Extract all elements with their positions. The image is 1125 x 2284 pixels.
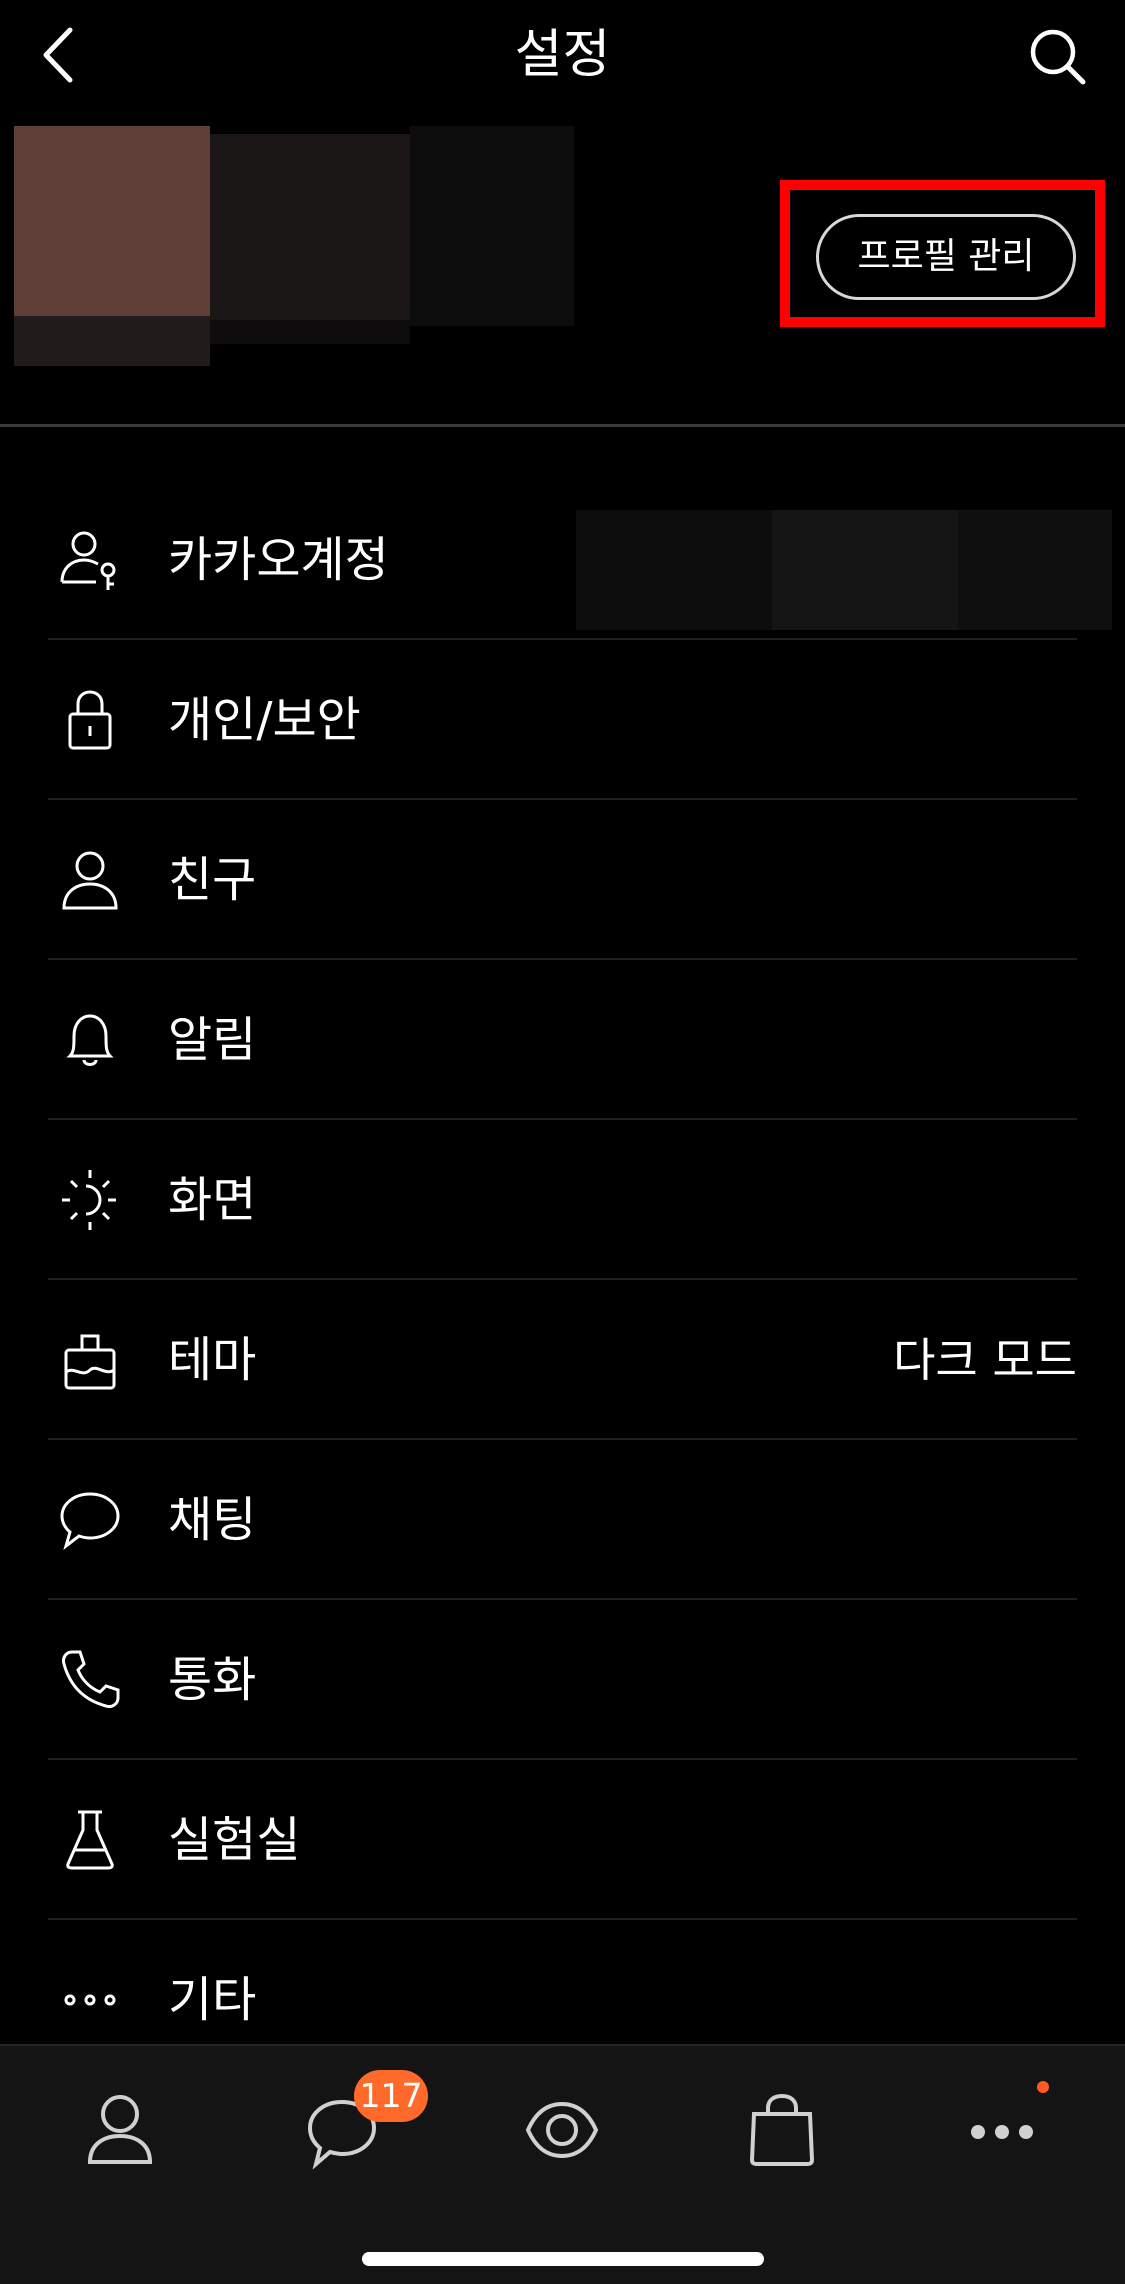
menu-item-label: 친구 — [168, 852, 257, 908]
tab-view[interactable] — [502, 2070, 622, 2190]
menu-item-label: 카카오계정 — [168, 532, 389, 588]
home-indicator[interactable] — [362, 2252, 764, 2266]
brightness-icon — [56, 1166, 124, 1234]
account-info-blurred — [576, 510, 1112, 630]
shopping-bag-icon — [749, 2093, 815, 2166]
new-notification-dot — [1037, 2081, 1049, 2093]
menu-item-label: 채팅 — [168, 1492, 257, 1548]
menu-item-label: 테마 — [168, 1332, 257, 1388]
chat-bubble-icon — [56, 1486, 124, 1554]
menu-item-privacy-security[interactable]: 개인/보안 — [0, 640, 1125, 800]
menu-item-label: 실험실 — [168, 1812, 301, 1868]
search-button[interactable] — [1017, 18, 1097, 92]
menu-item-chat[interactable]: 채팅 — [0, 1440, 1125, 1600]
phone-icon — [56, 1646, 124, 1714]
person-icon — [87, 2095, 153, 2164]
person-icon — [56, 846, 124, 914]
unread-chat-badge: 117 — [354, 2070, 428, 2122]
menu-item-label: 개인/보안 — [168, 692, 361, 748]
menu-item-friends[interactable]: 친구 — [0, 800, 1125, 960]
tab-friends[interactable] — [60, 2070, 180, 2190]
header-bar: 설정 — [0, 0, 1125, 110]
menu-item-kakao-account[interactable]: 카카오계정 — [0, 480, 1125, 640]
menu-item-label: 알림 — [168, 1012, 257, 1068]
menu-item-theme[interactable]: 테마 다크 모드 — [0, 1280, 1125, 1440]
eye-icon — [525, 2101, 599, 2159]
bottom-tab-bar — [0, 2044, 1125, 2284]
menu-item-notifications[interactable]: 알림 — [0, 960, 1125, 1120]
lock-icon — [56, 686, 124, 754]
profile-manage-button[interactable]: 프로필 관리 — [816, 214, 1076, 300]
menu-item-label: 통화 — [168, 1652, 257, 1708]
settings-menu: 카카오계정 개인/보안 친구 알림 화면 테마 다크 모드 채팅 통화 실험실 … — [0, 480, 1125, 2080]
bell-icon — [56, 1006, 124, 1074]
theme-current-value: 다크 모드 — [893, 1333, 1077, 1387]
menu-item-lab[interactable]: 실험실 — [0, 1760, 1125, 1920]
more-dots-icon — [56, 1966, 124, 2034]
menu-item-calls[interactable]: 통화 — [0, 1600, 1125, 1760]
profile-avatar-blurred[interactable] — [14, 126, 574, 366]
account-key-icon — [56, 526, 124, 594]
menu-item-label: 화면 — [168, 1172, 257, 1228]
menu-item-label: 기타 — [168, 1972, 257, 2028]
page-title: 설정 — [514, 25, 611, 85]
section-divider — [0, 424, 1125, 427]
flask-icon — [56, 1806, 124, 1874]
tab-shopping[interactable] — [722, 2070, 842, 2190]
menu-item-display[interactable]: 화면 — [0, 1120, 1125, 1280]
paint-icon — [56, 1326, 124, 1394]
search-icon — [1030, 29, 1086, 85]
